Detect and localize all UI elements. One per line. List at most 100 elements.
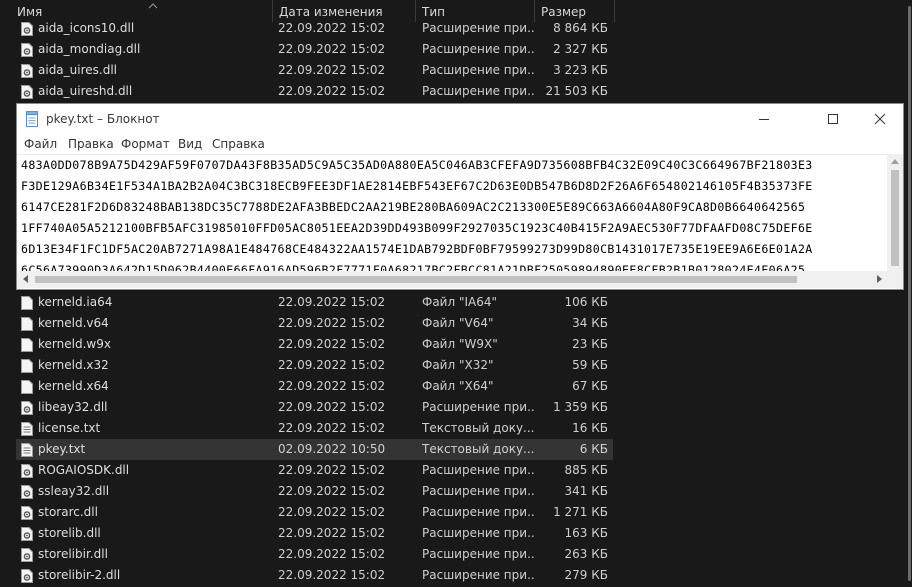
file-row[interactable]: aida_uireshd.dll 22.09.2022 15:02 Расширен…: [16, 81, 613, 102]
file-type: Текстовый доку...: [422, 442, 534, 456]
file-date: 22.09.2022 15:02: [278, 84, 386, 98]
notepad-horizontal-thumb[interactable]: [35, 276, 797, 283]
file-row[interactable]: kerneld.v64 22.09.2022 15:02 Файл "V64" 34 …: [16, 313, 613, 334]
file-row[interactable]: pkey.txt 02.09.2022 10:50 Текстовый доку..…: [16, 439, 613, 460]
notepad-vertical-scrollbar[interactable]: [887, 154, 903, 271]
file-type: Текстовый доку...: [422, 421, 534, 435]
file-type: Расширение при...: [422, 568, 534, 582]
file-row[interactable]: storarc.dll 22.09.2022 15:02 Расширение пр…: [16, 502, 613, 523]
file-date: 22.09.2022 15:02: [278, 358, 386, 372]
file-size: 59 КБ: [572, 358, 608, 372]
file-size: 263 КБ: [564, 547, 608, 561]
file-row[interactable]: kerneld.x32 22.09.2022 15:02 Файл "X32" 59 …: [16, 355, 613, 376]
text-line: 483A0DD078B9A75D429AF59F0707DA43F8B35AD5…: [21, 158, 813, 172]
minimize-button[interactable]: [741, 104, 787, 134]
file-size: 67 КБ: [572, 379, 608, 393]
file-row[interactable]: aida_uires.dll 22.09.2022 15:02 Расширение…: [16, 60, 613, 81]
file-name: kerneld.v64: [38, 316, 109, 330]
file-type: Файл "X32": [422, 358, 494, 372]
file-size: 23 КБ: [572, 337, 608, 351]
file-size: 163 КБ: [564, 526, 608, 540]
file-row[interactable]: storelibir-2.dll 22.09.2022 15:02 Расширен…: [16, 565, 613, 586]
notepad-text-area[interactable]: 483A0DD078B9A75D429AF59F0707DA43F8B35AD5…: [17, 154, 887, 272]
file-row[interactable]: libeay32.dll 22.09.2022 15:02 Расширение п…: [16, 397, 613, 418]
file-row[interactable]: storelib.dll 22.09.2022 15:02 Расширение п…: [16, 523, 613, 544]
dll-file-icon: [21, 400, 33, 415]
file-row[interactable]: kerneld.ia64 22.09.2022 15:02 Файл "IA64" 1…: [16, 292, 613, 313]
dll-file-icon: [21, 484, 33, 499]
column-name-label: Имя: [17, 5, 43, 19]
file-icon: [21, 358, 33, 373]
scroll-left-icon: [23, 275, 28, 283]
file-size: 1 359 КБ: [553, 400, 608, 414]
text-line: 6147CE281F2D6D83248BAB138DC35C7788DE2AFA…: [21, 200, 806, 214]
file-date: 22.09.2022 15:02: [278, 21, 386, 35]
file-icon: [21, 316, 33, 331]
menu-help[interactable]: Справка: [212, 134, 265, 154]
file-row[interactable]: license.txt 22.09.2022 15:02 Текстовый док…: [16, 418, 613, 439]
file-row[interactable]: kerneld.w9x 22.09.2022 15:02 Файл "W9X" 23 …: [16, 334, 613, 355]
file-row[interactable]: ROGAIOSDK.dll 22.09.2022 15:02 Расширение …: [16, 460, 613, 481]
file-size: 21 503 КБ: [545, 84, 608, 98]
dll-file-icon: [21, 463, 33, 478]
file-name: kerneld.ia64: [38, 295, 113, 309]
file-name: aida_icons10.dll: [38, 21, 135, 35]
file-date: 22.09.2022 15:02: [278, 484, 386, 498]
menu-edit[interactable]: Правка: [68, 134, 114, 154]
notepad-app-icon: [25, 111, 39, 127]
text-file-icon: [21, 421, 33, 436]
maximize-button[interactable]: [810, 104, 856, 134]
file-size: 3 223 КБ: [553, 63, 608, 77]
file-name: storelib.dll: [38, 526, 101, 540]
dll-file-icon: [21, 526, 33, 541]
file-row[interactable]: aida_mondiag.dll 22.09.2022 15:02 Расширен…: [16, 39, 613, 60]
file-date: 22.09.2022 15:02: [278, 316, 386, 330]
dll-file-icon: [21, 21, 33, 36]
file-date: 22.09.2022 15:02: [278, 505, 386, 519]
menu-view[interactable]: Вид: [178, 134, 202, 154]
notepad-titlebar[interactable]: pkey.txt – Блокнот: [17, 104, 903, 134]
file-row[interactable]: ssleay32.dll 22.09.2022 15:02 Расширение п…: [16, 481, 613, 502]
explorer-scrollbar[interactable]: [906, 0, 912, 587]
notepad-vertical-thumb[interactable]: [891, 170, 899, 266]
file-name: storelibir.dll: [38, 547, 108, 561]
file-name: ssleay32.dll: [38, 484, 110, 498]
sort-up-icon: [148, 0, 158, 20]
file-row[interactable]: kerneld.x64 22.09.2022 15:02 Файл "X64" 67 …: [16, 376, 613, 397]
file-name: license.txt: [38, 421, 101, 435]
file-name: aida_mondiag.dll: [38, 42, 141, 56]
notepad-title: pkey.txt – Блокнот: [46, 112, 160, 126]
file-type: Файл "V64": [422, 316, 494, 330]
text-line: F3DE129A6B34E1F534A1BA2B2A04C3BC318ECB9F…: [21, 179, 813, 193]
close-button[interactable]: [857, 104, 903, 134]
notepad-window: pkey.txt – Блокнот Файл Правка Формат Ви…: [17, 104, 903, 289]
file-type: Файл "W9X": [422, 337, 498, 351]
minimize-icon: [759, 119, 769, 120]
notepad-menubar: Файл Правка Формат Вид Справка: [17, 134, 903, 154]
file-date: 22.09.2022 15:02: [278, 526, 386, 540]
file-size: 106 КБ: [564, 295, 608, 309]
file-icon: [21, 337, 33, 352]
file-date: 22.09.2022 15:02: [278, 379, 386, 393]
menu-format[interactable]: Формат: [121, 134, 170, 154]
file-size: 8 864 КБ: [553, 21, 608, 35]
file-name: libeay32.dll: [38, 400, 108, 414]
file-name: kerneld.x64: [38, 379, 109, 393]
file-type: Файл "X64": [422, 379, 494, 393]
file-row[interactable]: storelibir.dll 22.09.2022 15:02 Расширение…: [16, 544, 613, 565]
file-date: 02.09.2022 10:50: [278, 442, 386, 456]
file-type: Расширение при...: [422, 63, 534, 77]
file-row[interactable]: aida_icons10.dll 22.09.2022 15:02 Расширен…: [16, 18, 613, 39]
file-date: 22.09.2022 15:02: [278, 400, 386, 414]
explorer-scrollbar-thumb[interactable]: [908, 6, 911, 581]
file-type: Расширение при...: [422, 547, 534, 561]
notepad-horizontal-scrollbar[interactable]: [17, 271, 887, 288]
menu-file[interactable]: Файл: [24, 134, 57, 154]
file-name: aida_uireshd.dll: [38, 84, 133, 98]
file-type: Расширение при...: [422, 84, 534, 98]
file-size: 279 КБ: [564, 568, 608, 582]
file-name: kerneld.w9x: [38, 337, 111, 351]
file-type: Расширение при...: [422, 526, 534, 540]
file-name: ROGAIOSDK.dll: [38, 463, 130, 477]
file-size: 6 КБ: [579, 442, 608, 456]
